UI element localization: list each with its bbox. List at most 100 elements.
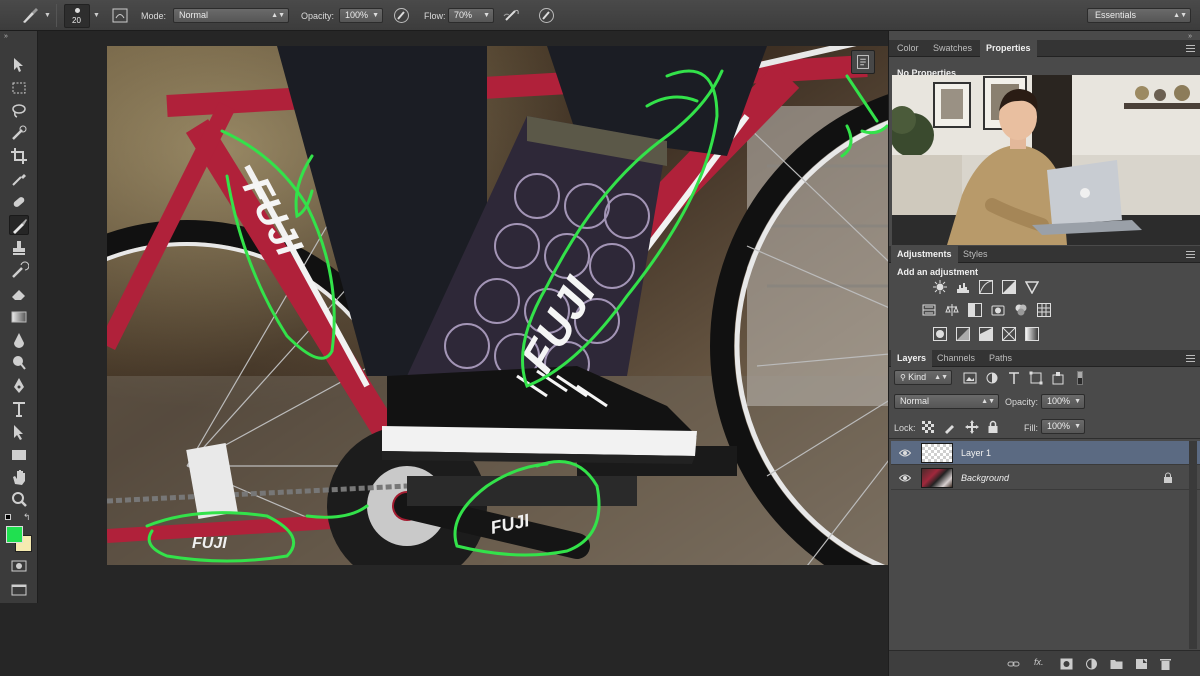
curves-icon[interactable] [979,280,993,294]
filter-adjustment-icon[interactable] [985,371,999,385]
layer-row-background[interactable]: Background [891,466,1200,490]
gradient-map-icon[interactable] [1025,327,1039,341]
hand-tool-icon[interactable] [9,468,29,488]
brush-preset-icon[interactable] [20,7,40,25]
clone-stamp-tool-icon[interactable] [9,238,29,258]
exposure-icon[interactable] [1002,280,1016,294]
vibrance-icon[interactable] [1024,280,1040,295]
eraser-tool-icon[interactable] [9,284,29,304]
hue-saturation-icon[interactable] [922,303,936,317]
layer-name[interactable]: Background [961,473,1009,483]
tab-styles[interactable]: Styles [957,246,994,263]
photo-filter-icon[interactable] [991,303,1005,317]
lock-pixels-icon[interactable] [943,420,957,434]
tab-paths[interactable]: Paths [983,350,1018,367]
quick-selection-tool-icon[interactable] [9,123,29,143]
layer-opacity-field[interactable]: 100% ▼ [1041,394,1085,409]
type-tool-icon[interactable] [9,399,29,419]
layer-row-layer-1[interactable]: Layer 1 [891,441,1200,465]
chevron-down-icon[interactable]: ▼ [93,12,100,19]
threshold-icon[interactable] [979,327,993,341]
airbrush-icon[interactable] [503,7,521,24]
panel-menu-icon[interactable] [1186,45,1195,52]
color-lookup-icon[interactable] [1037,303,1051,317]
panel-menu-icon[interactable] [1186,251,1195,258]
brush-tool-icon[interactable] [9,215,29,235]
delete-layer-icon[interactable] [1159,658,1172,670]
healing-brush-tool-icon[interactable] [9,192,29,212]
new-layer-icon[interactable] [1135,658,1148,670]
new-group-icon[interactable] [1110,658,1123,670]
lock-transparent-icon[interactable] [921,420,935,434]
pen-tool-icon[interactable] [9,376,29,396]
lock-all-icon[interactable] [986,420,1000,434]
opacity-field[interactable]: 100% ▼ [339,8,383,23]
foreground-color-swatch[interactable] [6,526,23,543]
default-colors-icon[interactable] [5,514,13,522]
eyedropper-tool-icon[interactable] [9,169,29,189]
layer-filter-dropdown[interactable]: ⚲ Kind ▲▼ [894,370,952,385]
crop-tool-icon[interactable] [9,146,29,166]
brush-size-picker[interactable]: 20 [64,4,90,28]
filter-pixel-icon[interactable] [963,371,977,385]
layer-thumbnail-photo [921,468,953,488]
swap-colors-icon[interactable]: ↰ [23,512,31,523]
dock-collapse-icon[interactable]: » [1188,33,1192,40]
tab-swatches[interactable]: Swatches [927,40,978,57]
lock-position-icon[interactable] [965,420,979,434]
filter-smart-object-icon[interactable] [1051,371,1065,385]
pressure-opacity-icon[interactable] [393,7,410,24]
screen-mode-icon[interactable] [9,580,29,600]
color-balance-icon[interactable] [945,303,959,317]
bicycle-photo: FUJI FUJI FUJI FUJI [107,46,888,565]
panel-collapse-icon[interactable]: » [4,33,8,40]
path-selection-tool-icon[interactable] [9,422,29,442]
fill-field[interactable]: 100% ▼ [1041,419,1085,434]
mode-dropdown[interactable]: Normal ▲▼ [173,8,289,23]
panel-expand-button[interactable] [851,50,875,74]
add-mask-icon[interactable] [1060,658,1073,670]
zoom-tool-icon[interactable] [9,490,29,510]
layer-style-fx-icon[interactable]: fx. [1034,657,1047,669]
tab-color[interactable]: Color [891,40,925,57]
marquee-tool-icon[interactable] [9,78,29,98]
brush-panel-toggle-icon[interactable] [112,8,128,23]
visibility-eye-icon[interactable] [898,472,912,484]
gradient-tool-icon[interactable] [9,307,29,327]
filter-toggle-switch[interactable] [1077,371,1083,385]
workspace-dropdown[interactable]: Essentials ▲▼ [1087,8,1191,23]
tab-properties[interactable]: Properties [980,40,1037,57]
chevron-down-icon[interactable]: ▼ [44,12,51,19]
blend-mode-dropdown[interactable]: Normal ▲▼ [894,394,999,409]
rectangle-tool-icon[interactable] [9,445,29,465]
pressure-size-icon[interactable] [538,7,555,24]
link-layers-icon[interactable] [1007,658,1020,670]
filter-type-icon[interactable] [1007,371,1021,385]
visibility-eye-icon[interactable] [898,447,912,459]
document-canvas[interactable]: FUJI FUJI FUJI FUJI [107,46,888,565]
black-white-icon[interactable] [968,303,982,317]
quick-mask-icon[interactable] [9,556,29,576]
invert-icon[interactable] [933,327,947,341]
layer-name[interactable]: Layer 1 [961,448,991,458]
channel-mixer-icon[interactable] [1014,303,1028,317]
lasso-tool-icon[interactable] [9,101,29,121]
levels-icon[interactable] [956,280,970,294]
layers-scrollbar[interactable] [1189,441,1197,649]
selective-color-icon[interactable] [1002,327,1016,341]
layer-lock-icon[interactable] [1163,472,1173,484]
tab-layers[interactable]: Layers [891,350,933,367]
posterize-icon[interactable] [956,327,970,341]
blur-tool-icon[interactable] [9,330,29,350]
history-brush-tool-icon[interactable] [9,261,30,281]
flow-field[interactable]: 70% ▼ [448,8,494,23]
brightness-contrast-icon[interactable] [933,280,947,294]
panel-menu-icon[interactable] [1186,355,1195,362]
tab-channels[interactable]: Channels [931,350,981,367]
new-adjustment-layer-icon[interactable] [1085,658,1098,670]
filter-shape-icon[interactable] [1029,371,1043,385]
tab-adjustments[interactable]: Adjustments [891,246,958,263]
dodge-tool-icon[interactable] [9,353,29,373]
move-tool-icon[interactable] [9,55,29,75]
fuji-logo-chainstay: FUJI [192,535,227,552]
